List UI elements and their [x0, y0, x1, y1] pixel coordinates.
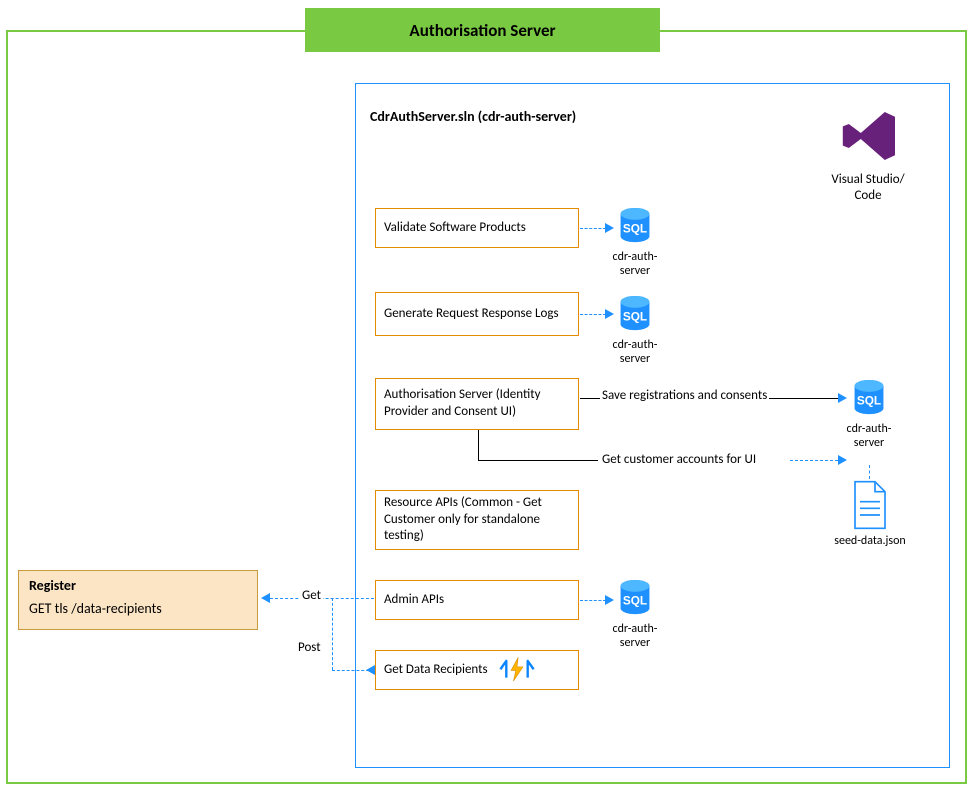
- edge-label-save: Save registrations and consents: [600, 388, 769, 403]
- diagram-title: Authorisation Server: [305, 8, 660, 52]
- arrow-head-icon: [605, 223, 614, 233]
- visual-studio-icon: [838, 106, 898, 164]
- box-get-data-recipients-label: Get Data Recipients: [384, 662, 488, 679]
- box-validate-software-products: Validate Software Products: [375, 208, 579, 248]
- arrow-line: [332, 598, 333, 670]
- box-resource-apis: Resource APIs (Common - Get Customer onl…: [375, 490, 579, 550]
- solution-title: CdrAuthServer.sln (cdr-auth-server): [370, 108, 576, 125]
- svg-text:SQL: SQL: [623, 309, 647, 323]
- sql-db-label: cdr-auth-server: [601, 338, 669, 367]
- box-get-data-recipients: Get Data Recipients: [375, 650, 579, 690]
- arrow-head-icon: [261, 593, 270, 603]
- arrow-head-icon: [605, 595, 614, 605]
- register-title: Register: [29, 577, 247, 594]
- svg-text:SQL: SQL: [857, 393, 881, 407]
- register-box: Register GET tls /data-recipients: [18, 570, 258, 630]
- sql-db-label: cdr-auth-server: [601, 250, 669, 279]
- sql-db-icon: SQL: [614, 206, 656, 248]
- sql-db-icon: SQL: [848, 378, 890, 420]
- visual-studio-label: Visual Studio/Code: [818, 172, 918, 205]
- arrow-line: [790, 460, 838, 461]
- register-endpoint: GET tls /data-recipients: [29, 600, 247, 617]
- azure-functions-icon: [498, 655, 536, 685]
- sql-db-icon: SQL: [614, 294, 656, 336]
- arrow-line: [580, 314, 606, 315]
- sql-db-label: cdr-auth-server: [601, 622, 669, 651]
- arrow-line: [580, 228, 606, 229]
- connector-line: [478, 460, 598, 461]
- arrow-line: [580, 600, 606, 601]
- connector-line: [478, 430, 479, 460]
- box-authorisation-server: Authorisation Server (Identity Provider …: [375, 378, 579, 430]
- arrow-line: [869, 465, 870, 479]
- sql-db-icon: SQL: [614, 578, 656, 620]
- arrow-head-icon: [366, 665, 375, 675]
- sql-db-label: cdr-auth-server: [835, 422, 903, 451]
- edge-label-post: Post: [296, 640, 323, 655]
- arrow-head-icon: [838, 455, 847, 465]
- arrow-head-icon: [605, 309, 614, 319]
- svg-text:SQL: SQL: [623, 221, 647, 235]
- json-file-label: seed-data.json: [830, 534, 910, 548]
- json-file-icon: [850, 480, 890, 530]
- arrow-head-icon: [838, 393, 847, 403]
- edge-label-get: Get: [300, 588, 323, 603]
- box-generate-logs: Generate Request Response Logs: [375, 292, 579, 336]
- edge-label-getcust: Get customer accounts for UI: [600, 452, 758, 467]
- box-admin-apis: Admin APIs: [375, 580, 579, 620]
- svg-text:SQL: SQL: [623, 593, 647, 607]
